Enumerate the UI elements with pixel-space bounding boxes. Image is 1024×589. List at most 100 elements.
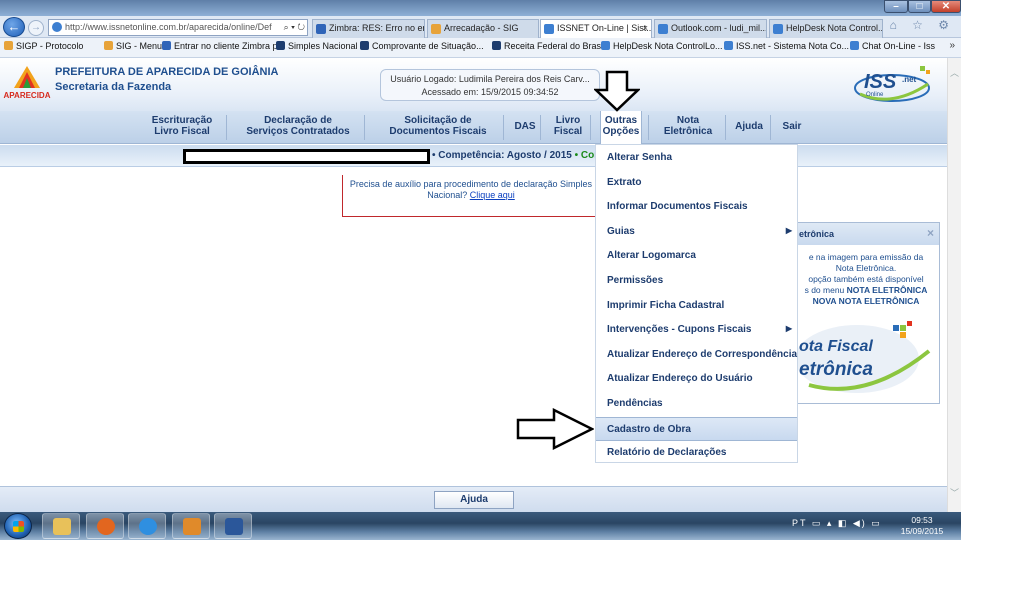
- dropdown-item[interactable]: Pendências: [596, 392, 797, 416]
- tab-label: ISSNET On-Line | Sist...: [557, 23, 652, 33]
- scroll-down-icon[interactable]: ﹀: [950, 486, 959, 499]
- minimize-button[interactable]: –: [884, 0, 908, 13]
- dropdown-item[interactable]: Atualizar Endereço do Usuário: [596, 367, 797, 391]
- tab-label: Zimbra: RES: Erro no en...: [329, 23, 425, 33]
- address-text: http://www.issnetonline.com.br/aparecida…: [65, 22, 272, 32]
- dropdown-item[interactable]: Atualizar Endereço de Correspondência: [596, 343, 797, 367]
- back-button[interactable]: ←: [3, 17, 25, 37]
- favorite-link[interactable]: ISS.net - Sistema Nota Co...: [724, 41, 849, 51]
- browser-tab[interactable]: Outlook.com - ludi_mil...: [654, 19, 767, 38]
- tab-favicon-icon: [431, 24, 441, 34]
- dropdown-item[interactable]: Cadastro de Obra: [596, 416, 797, 441]
- favorite-icon: [4, 41, 13, 50]
- favorite-link[interactable]: Receita Federal do Brasil: [492, 41, 605, 51]
- taskbar-internet-explorer-icon[interactable]: [128, 513, 166, 539]
- close-icon[interactable]: ×: [927, 226, 934, 240]
- system-tray[interactable]: PT ▭ ▴ ◧ ◀) ▭: [792, 518, 882, 529]
- menu-item-declaracao[interactable]: Declaração de Serviços Contratados: [236, 115, 360, 137]
- submenu-arrow-icon: ▶: [785, 225, 792, 235]
- svg-text:ISS: ISS: [864, 71, 897, 93]
- svg-text:etrônica: etrônica: [799, 359, 873, 380]
- favorite-icon: [850, 41, 859, 50]
- menu-item-escrituracao[interactable]: Escrituração Livro Fiscal: [140, 115, 224, 137]
- browser-titlebar: – □ ✕: [0, 0, 961, 16]
- dropdown-item[interactable]: Guias ▶: [596, 220, 797, 244]
- dropdown-item[interactable]: Informar Documentos Fiscais: [596, 195, 797, 219]
- tab-favicon-icon: [773, 24, 783, 34]
- browser-tab[interactable]: Zimbra: RES: Erro no en...: [312, 19, 425, 38]
- browser-tab[interactable]: Arrecadação - SIG: [427, 19, 539, 38]
- browser-navbar: ← → http://www.issnetonline.com.br/apare…: [0, 16, 961, 38]
- favorite-icon: [601, 41, 610, 50]
- taskbar-media-player-icon[interactable]: [172, 513, 210, 539]
- menu-separator: [364, 115, 365, 140]
- page-icon: [52, 22, 62, 32]
- menu-item-nota[interactable]: Nota Eletrônica: [657, 115, 719, 137]
- browser-tab[interactable]: ISSNET On-Line | Sist... ×: [540, 19, 652, 38]
- vertical-scrollbar[interactable]: ︿ ﹀: [947, 58, 961, 512]
- nota-panel-text: e na imagem para emissão da Nota Eletrôn…: [804, 252, 928, 306]
- internet-explorer-glyph: [139, 518, 157, 535]
- clock[interactable]: 09:53 15/09/2015: [895, 515, 949, 537]
- clock-date: 15/09/2015: [900, 526, 944, 536]
- taskbar-firefox-icon[interactable]: [86, 513, 124, 539]
- favorite-link[interactable]: SIG - Menu: [104, 41, 162, 51]
- help-notice-link[interactable]: Clique aqui: [470, 190, 515, 200]
- menu-item-outras[interactable]: Outras Opções: [600, 111, 642, 144]
- browser-tab[interactable]: HelpDesk Nota Control...: [769, 19, 883, 38]
- clock-time: 09:53: [911, 515, 933, 525]
- screen: – □ ✕ ← → http://www.issnetonline.com.br…: [0, 0, 961, 540]
- dropdown-item[interactable]: Relatório de Declarações: [596, 441, 797, 465]
- menu-item-solicitacao[interactable]: Solicitação de Documentos Fiscais: [378, 115, 498, 137]
- menu-item-das[interactable]: DAS: [512, 121, 538, 132]
- favorite-icon: [724, 41, 733, 50]
- tab-label: Arrecadação - SIG: [444, 23, 519, 33]
- favorite-icon: [162, 41, 171, 50]
- menu-separator: [648, 115, 649, 140]
- menu-item-livro[interactable]: Livro Fiscal: [550, 115, 586, 137]
- dropdown-item[interactable]: Imprimir Ficha Cadastral: [596, 294, 797, 318]
- redacted-box: [183, 149, 430, 164]
- favorite-link[interactable]: Simples Nacional: [276, 41, 358, 51]
- maximize-button[interactable]: □: [908, 0, 931, 13]
- nota-fiscal-banner[interactable]: ota Fiscal etrônica: [797, 317, 937, 397]
- dropdown-item[interactable]: Permissões: [596, 269, 797, 293]
- windows-taskbar: PT ▭ ▴ ◧ ◀) ▭ 09:53 15/09/2015: [0, 512, 961, 540]
- dropdown-item[interactable]: Alterar Senha: [596, 146, 797, 170]
- footer-bar: Ajuda: [0, 486, 947, 512]
- menu-item-sair[interactable]: Sair: [779, 121, 805, 132]
- menu-separator: [770, 115, 771, 140]
- aparecida-logo: APARECIDA: [4, 66, 51, 100]
- menu-separator: [226, 115, 227, 140]
- svg-text:ota Fiscal: ota Fiscal: [799, 338, 873, 355]
- tab-close-icon[interactable]: ×: [643, 20, 648, 37]
- user-info-box: Usuário Logado: Ludimila Pereira dos Rei…: [380, 69, 600, 101]
- address-controls[interactable]: ⌕ ▾ ↻: [281, 20, 305, 35]
- page-header: APARECIDA PREFEITURA DE APARECIDA DE GOI…: [0, 58, 947, 111]
- menu-item-ajuda[interactable]: Ajuda: [732, 121, 766, 132]
- dropdown-item[interactable]: Alterar Logomarca: [596, 244, 797, 268]
- iss-online-logo: ISS .net Online: [854, 66, 930, 102]
- forward-button[interactable]: →: [28, 20, 44, 36]
- favorite-link[interactable]: Entrar no cliente Zimbra p...: [162, 41, 285, 51]
- dropdown-item[interactable]: Intervenções - Cupons Fiscais ▶: [596, 318, 797, 342]
- help-button[interactable]: Ajuda: [434, 491, 514, 509]
- start-button[interactable]: [4, 513, 32, 539]
- scroll-up-icon[interactable]: ︿: [950, 66, 959, 79]
- svg-text:Online: Online: [866, 92, 884, 98]
- menu-separator: [503, 115, 504, 140]
- favorites-more-button[interactable]: »: [949, 40, 955, 51]
- browser-toolbar-icons[interactable]: ⌂ ☆ ⚙: [890, 18, 955, 32]
- word-glyph: [225, 518, 243, 535]
- taskbar-explorer-icon[interactable]: [42, 513, 80, 539]
- favorite-link[interactable]: HelpDesk Nota ControlLo...: [601, 41, 723, 51]
- address-bar[interactable]: http://www.issnetonline.com.br/aparecida…: [48, 19, 308, 36]
- favorite-link[interactable]: Chat On-Line - Iss: [850, 41, 935, 51]
- tab-label: HelpDesk Nota Control...: [786, 23, 883, 33]
- favorite-link[interactable]: Comprovante de Situação...: [360, 41, 484, 51]
- dropdown-item[interactable]: Extrato: [596, 171, 797, 195]
- favorite-link[interactable]: SIGP - Protocolo: [4, 41, 83, 51]
- close-window-button[interactable]: ✕: [931, 0, 961, 13]
- explorer-glyph: [53, 518, 71, 535]
- taskbar-word-icon[interactable]: [214, 513, 252, 539]
